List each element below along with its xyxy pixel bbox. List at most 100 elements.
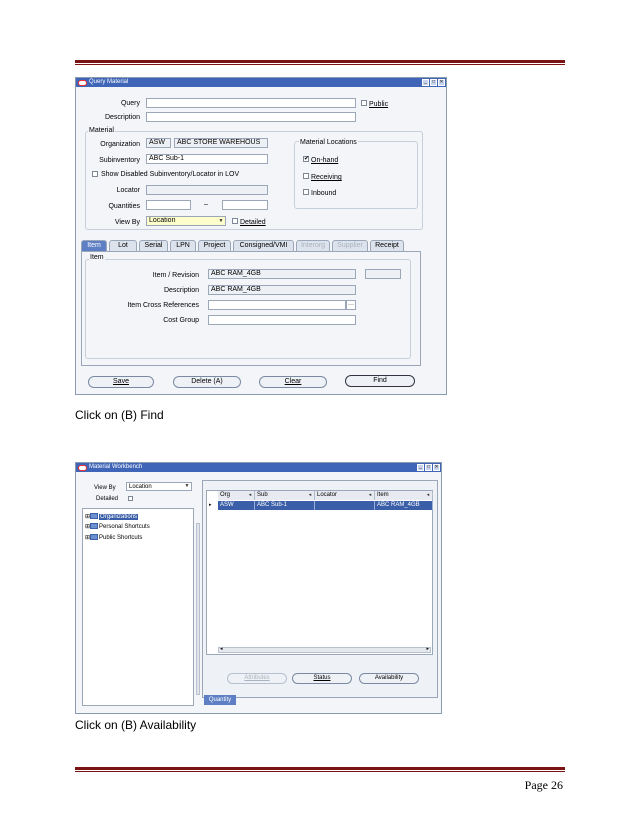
attributes-button-label: Attributes [244,675,270,681]
minimize-icon[interactable]: _ [417,464,424,471]
chevron-down-icon[interactable]: ▼ [183,483,191,490]
find-button[interactable]: Find [345,375,415,387]
maximize-icon[interactable]: □ [425,464,432,471]
clear-button[interactable]: Clear [259,376,327,388]
tab-interorg[interactable]: Interorg [296,240,330,251]
cost-group-field[interactable] [208,315,356,325]
row-indicator-icon: ▸ [209,502,212,508]
maximize-icon[interactable]: □ [430,79,437,86]
inbound-checkbox[interactable] [303,189,309,195]
query-field[interactable] [146,98,356,108]
subinventory-field[interactable]: ABC Sub-1 [146,154,268,164]
sort-icon[interactable]: ◂ [306,491,314,499]
availability-button-label: Availability [374,675,404,681]
col-org: Org [220,492,231,498]
receiving-checkbox[interactable] [303,173,309,179]
cross-ref-field[interactable] [208,300,346,310]
tree-scrollbar[interactable] [196,523,200,695]
tree-item-public-shortcuts[interactable]: ⊞ Public Shortcuts [85,534,142,542]
workbench-titlebar[interactable]: Material Workbench _ □ ✕ [76,463,441,472]
tab-item[interactable]: Item [81,240,107,251]
status-button[interactable]: Status [292,673,352,684]
tab-project[interactable]: Project [198,240,231,251]
status-button-label: Status [313,675,331,681]
quantities-dash: – [204,201,208,208]
cross-ref-label: Item Cross References [127,302,199,309]
chevron-down-icon[interactable]: ▼ [217,217,225,225]
delete-button[interactable]: Delete (A) [173,376,241,388]
item-revision-field[interactable]: ABC RAM_4GB [208,269,356,279]
tree-item-organizations[interactable]: ⊞ Organizations [85,513,139,521]
show-disabled-checkbox[interactable] [92,171,98,177]
view-by-value: Location [149,217,176,224]
quantity-tab-label: Quantity [208,697,232,703]
oracle-logo-icon [78,79,87,86]
public-label: Public [369,101,389,108]
tab-strip: Item Lot Serial LPN Project Consigned/VM… [81,240,443,251]
cell-sub: ABC Sub-1 [255,501,315,510]
onhand-checkbox[interactable]: ✔ [303,156,309,162]
save-button[interactable]: Save [88,376,154,388]
col-header-sub[interactable]: Sub ◂ [255,491,315,500]
detailed-checkbox[interactable] [232,218,238,224]
col-locator: Locator [317,492,338,498]
tab-receipt[interactable]: Receipt [370,240,404,251]
view-by-select[interactable]: Location ▼ [146,216,226,226]
locator-field[interactable] [146,185,268,195]
window-titlebar[interactable]: Query Material _ □ ✕ [76,78,446,87]
footer-rule [75,767,565,772]
close-icon[interactable]: ✕ [433,464,440,471]
sort-icon[interactable]: ◂ [424,491,432,499]
lov-ellipsis-icon[interactable]: ··· [346,300,356,310]
wb-view-by-value: Location [129,484,152,490]
availability-button[interactable]: Availability [359,673,419,684]
col-header-locator[interactable]: Locator ◂ [315,491,375,500]
item-description-label: Description [163,287,199,294]
quantity-to-field[interactable] [222,200,268,210]
detailed-label: Detailed [240,219,266,226]
organization-code-field[interactable]: ASW [146,138,171,148]
col-header-item[interactable]: Item ◂ [375,491,433,500]
table-row[interactable]: ▸ ASW ABC Sub-1 ABC RAM_4GB [207,501,433,510]
workbench-title: Material Workbench [89,464,143,470]
sort-icon[interactable]: ◂ [366,491,374,499]
close-icon[interactable]: ✕ [438,79,445,86]
delete-button-label: Delete (A) [191,378,223,385]
tab-lot[interactable]: Lot [109,240,137,251]
subinventory-label: Subinventory [99,157,140,164]
scroll-left-icon[interactable]: ◂ [220,646,223,652]
oracle-logo-icon [78,464,87,471]
header-rule [75,60,565,65]
tab-supplier[interactable]: Supplier [332,240,368,251]
organization-name-field[interactable]: ABC STORE WAREHOUS [174,138,268,148]
quantity-from-field[interactable] [146,200,191,210]
col-item: Item [377,492,389,498]
public-checkbox[interactable] [361,100,367,106]
col-sub: Sub [257,492,268,498]
attributes-button[interactable]: Attributes [227,673,287,684]
tab-serial[interactable]: Serial [139,240,168,251]
description-label: Description [104,114,140,121]
tab-lpn[interactable]: LPN [170,240,196,251]
shortcut-folder-icon [90,534,99,541]
tree-item-personal-shortcuts[interactable]: ⊞ Personal Shortcuts [85,523,150,531]
quantity-tab[interactable]: Quantity [204,695,236,705]
tree-label-public: Public Shortcuts [99,535,143,541]
tab-consigned-vmi[interactable]: Consigned/VMI [233,240,294,251]
revision-field[interactable] [365,269,401,279]
onhand-label: On-hand [311,157,339,164]
description-field[interactable] [146,112,356,122]
wb-view-by-select[interactable]: Location ▼ [126,482,192,491]
wb-detailed-label: Detailed [96,496,119,502]
sort-icon[interactable]: ◂ [246,491,254,499]
scroll-right-icon[interactable]: ▸ [426,646,429,652]
horizontal-scrollbar[interactable]: ◂ ▸ [218,646,431,653]
minimize-icon[interactable]: _ [422,79,429,86]
inbound-label: Inbound [311,190,337,197]
locator-label: Locator [116,187,140,194]
col-header-org[interactable]: Org ◂ [218,491,255,500]
wb-detailed-checkbox[interactable] [128,496,133,501]
item-description-field[interactable]: ABC RAM_4GB [208,285,356,295]
quantities-label: Quantities [108,203,140,210]
material-locations-title: Material Locations [299,139,358,147]
